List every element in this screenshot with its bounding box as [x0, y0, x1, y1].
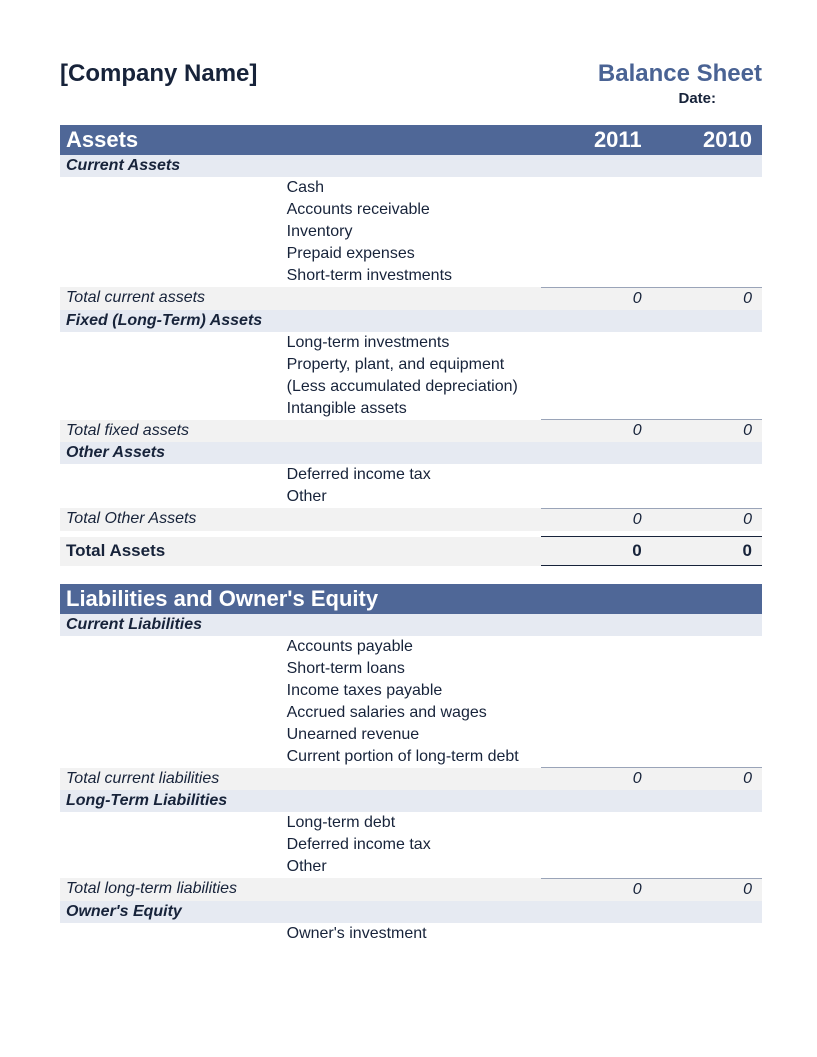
subtotal-value: 0 — [652, 878, 762, 901]
line-item: Prepaid expenses — [281, 243, 542, 265]
balance-sheet-table: Assets 2011 2010 Current Assets Cash Acc… — [60, 125, 762, 945]
company-name: [Company Name] — [60, 60, 257, 88]
section-header-assets: Assets 2011 2010 — [60, 125, 762, 155]
subtotal-value: 0 — [652, 287, 762, 310]
subtotal-value: 0 — [541, 508, 651, 531]
section-title: Assets — [60, 125, 541, 155]
line-item: Short-term loans — [281, 658, 542, 680]
line-item: (Less accumulated depreciation) — [281, 376, 542, 398]
subtotal-value: 0 — [541, 768, 651, 791]
subtotal-row: Total long-term liabilities 0 0 — [60, 878, 762, 901]
line-item: Other — [281, 486, 542, 508]
line-item: Long-term debt — [281, 812, 542, 834]
subtotal-label: Total long-term liabilities — [60, 878, 541, 901]
subtotal-row: Total current assets 0 0 — [60, 287, 762, 310]
grand-total-label: Total Assets — [60, 537, 541, 566]
sub-header-current-liabilities: Current Liabilities — [60, 614, 762, 636]
line-item: Deferred income tax — [281, 834, 542, 856]
subtotal-label: Total current liabilities — [60, 768, 541, 791]
subtotal-value: 0 — [541, 287, 651, 310]
line-item: Long-term investments — [281, 332, 542, 354]
subtotal-row: Total Other Assets 0 0 — [60, 508, 762, 531]
subtotal-label: Total current assets — [60, 287, 541, 310]
sub-header-other-assets: Other Assets — [60, 442, 762, 464]
line-item: Deferred income tax — [281, 464, 542, 486]
date-label: Date: — [598, 90, 762, 107]
subtotal-row: Total current liabilities 0 0 — [60, 768, 762, 791]
line-item: Property, plant, and equipment — [281, 354, 542, 376]
line-item: Intangible assets — [281, 398, 542, 420]
subtotal-label: Total fixed assets — [60, 420, 541, 443]
grand-total-value: 0 — [652, 537, 762, 566]
line-item: Short-term investments — [281, 265, 542, 287]
subtotal-value: 0 — [652, 508, 762, 531]
page-title: Balance Sheet — [598, 60, 762, 88]
grand-total-value: 0 — [541, 537, 651, 566]
line-item: Income taxes payable — [281, 680, 542, 702]
line-item: Unearned revenue — [281, 724, 542, 746]
line-item: Other — [281, 856, 542, 878]
year-col-1: 2011 — [541, 125, 651, 155]
line-item: Current portion of long-term debt — [281, 746, 542, 768]
section-title: Liabilities and Owner's Equity — [60, 584, 762, 614]
sub-header-longterm-liabilities: Long-Term Liabilities — [60, 790, 762, 812]
line-item: Accounts receivable — [281, 199, 542, 221]
subtotal-label: Total Other Assets — [60, 508, 541, 531]
year-col-2: 2010 — [652, 125, 762, 155]
sub-header-owners-equity: Owner's Equity — [60, 901, 762, 923]
line-item: Cash — [281, 177, 542, 199]
section-header-liabilities: Liabilities and Owner's Equity — [60, 584, 762, 614]
grand-total-row: Total Assets 0 0 — [60, 537, 762, 566]
line-item: Accounts payable — [281, 636, 542, 658]
line-item: Inventory — [281, 221, 542, 243]
subtotal-value: 0 — [541, 420, 651, 443]
subtotal-value: 0 — [652, 420, 762, 443]
line-item: Accrued salaries and wages — [281, 702, 542, 724]
line-item: Owner's investment — [281, 923, 542, 945]
subtotal-value: 0 — [541, 878, 651, 901]
sub-header-fixed-assets: Fixed (Long-Term) Assets — [60, 310, 762, 332]
sub-header-current-assets: Current Assets — [60, 155, 762, 177]
subtotal-value: 0 — [652, 768, 762, 791]
subtotal-row: Total fixed assets 0 0 — [60, 420, 762, 443]
